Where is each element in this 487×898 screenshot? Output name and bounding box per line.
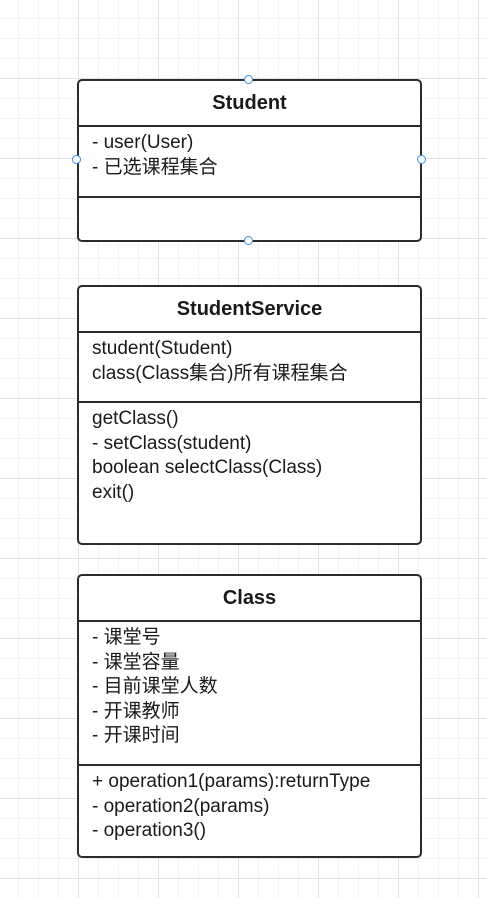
- class-studentservice[interactable]: StudentService student(Student) class(Cl…: [77, 285, 422, 545]
- class-class[interactable]: Class - 课堂号 - 课堂容量 - 目前课堂人数 - 开课教师 - 开课时…: [77, 574, 422, 858]
- class-student-name: Student: [79, 81, 420, 127]
- class-class-methods[interactable]: + operation1(params):returnType - operat…: [79, 766, 420, 856]
- class-class-name: Class: [79, 576, 420, 622]
- resize-handle-left[interactable]: [72, 155, 81, 164]
- attribute-row: - 开课时间: [92, 725, 180, 746]
- class-student-attributes[interactable]: - user(User) - 已选课程集合: [79, 127, 420, 198]
- class-student-methods[interactable]: [79, 198, 420, 240]
- method-row: - setClass(student): [92, 432, 252, 454]
- method-row: boolean selectClass(Class): [92, 457, 323, 478]
- method-row: - operation2(params): [92, 795, 270, 817]
- method-row: - operation3(): [92, 820, 207, 841]
- attribute-row: - 已选课程集合: [92, 156, 218, 178]
- attribute-row: - user(User): [92, 132, 194, 153]
- attribute-row: - 课堂号: [92, 627, 161, 648]
- class-studentservice-name: StudentService: [79, 287, 420, 333]
- attribute-row: class(Class集合)所有课程集合: [92, 362, 348, 384]
- attribute-row: - 课堂容量: [92, 651, 180, 673]
- method-row: getClass(): [92, 408, 179, 429]
- class-class-attributes[interactable]: - 课堂号 - 课堂容量 - 目前课堂人数 - 开课教师 - 开课时间: [79, 622, 420, 766]
- method-row: + operation1(params):returnType: [92, 771, 371, 792]
- class-student[interactable]: Student - user(User) - 已选课程集合: [77, 79, 422, 242]
- attribute-row: student(Student): [92, 338, 233, 359]
- method-row: exit(): [92, 481, 135, 503]
- class-studentservice-attributes[interactable]: student(Student) class(Class集合)所有课程集合: [79, 333, 420, 403]
- resize-handle-right[interactable]: [417, 155, 426, 164]
- resize-handle-bottom[interactable]: [244, 236, 253, 245]
- attribute-row: - 目前课堂人数: [92, 676, 218, 697]
- class-studentservice-methods[interactable]: getClass() - setClass(student) boolean s…: [79, 403, 420, 543]
- attribute-row: - 开课教师: [92, 700, 180, 722]
- resize-handle-top[interactable]: [244, 75, 253, 84]
